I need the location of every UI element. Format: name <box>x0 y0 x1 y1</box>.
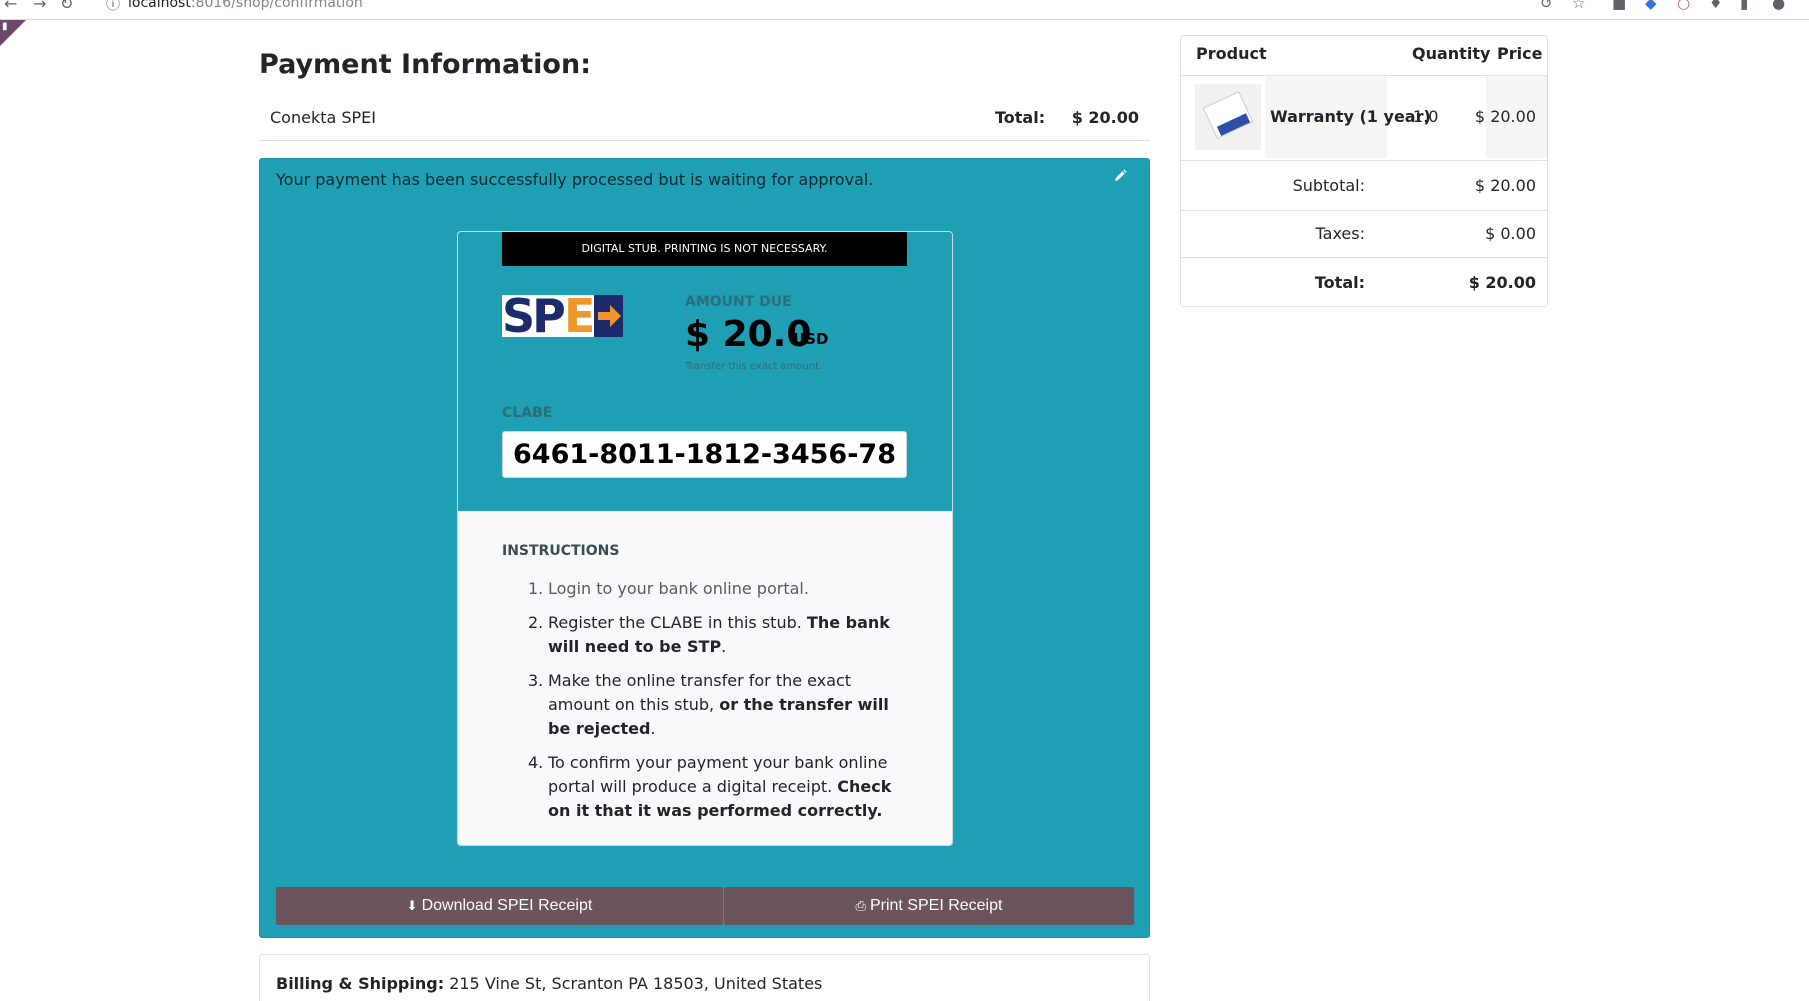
subtotal-value: $ 20.00 <box>1474 176 1536 195</box>
forward-arrow-icon[interactable]: → <box>33 0 46 13</box>
instruction-item: 4. To confirm your payment your bank onli… <box>528 751 912 823</box>
instruction-number: 1. <box>528 579 544 598</box>
instruction-item: 2. Register the CLABE in this stub. The b… <box>528 611 912 659</box>
instructions-list: 1. Login to your bank online portal. 2. Re… <box>528 577 912 833</box>
clabe-label: CLABE <box>502 405 553 421</box>
spei-logo-e: E <box>564 295 595 337</box>
extension-icon[interactable]: ■ <box>1612 0 1626 12</box>
instruction-tail: . <box>650 719 656 738</box>
taxes-value: $ 0.00 <box>1485 224 1536 243</box>
profile-icon[interactable]: ● <box>1772 0 1785 12</box>
taxes-label: Taxes: <box>1315 224 1365 243</box>
product-name[interactable]: Warranty (1 year) <box>1270 107 1431 126</box>
spei-digital-stub: DIGITAL STUB. PRINTING IS NOT NECESSARY.… <box>457 231 953 846</box>
debug-ribbon-icon: ▮ <box>2 21 8 32</box>
column-header-price: Price <box>1497 44 1543 63</box>
instruction-text: Login to your bank online portal. <box>548 579 809 598</box>
order-summary: Product Quantity Price Warranty (1 year)… <box>1180 35 1548 307</box>
amount-currency: USD <box>793 330 829 348</box>
payment-status-message: Your payment has been successfully proce… <box>276 170 874 189</box>
subtotal-label: Subtotal: <box>1292 176 1365 195</box>
payment-method-name: Conekta SPEI <box>270 108 377 127</box>
reload-icon[interactable]: ↻ <box>60 0 73 13</box>
product-price: $ 20.00 <box>1474 107 1536 126</box>
download-receipt-button[interactable]: ⬇ Download SPEI Receipt <box>276 887 723 925</box>
address-bar[interactable]: localhost:8016/shop/confirmation <box>128 0 363 11</box>
stub-banner: DIGITAL STUB. PRINTING IS NOT NECESSARY. <box>502 232 907 266</box>
payment-method-row: Conekta SPEI Total: $ 20.00 <box>259 99 1150 141</box>
column-header-product: Product <box>1196 44 1267 63</box>
bookmark-star-icon[interactable]: ☆ <box>1572 0 1585 12</box>
extension-icon[interactable]: ○ <box>1677 0 1690 12</box>
divider <box>1181 210 1547 211</box>
amount-note: Transfer this exact amount. <box>685 361 823 372</box>
site-info-icon[interactable]: ⓘ <box>106 0 120 14</box>
instruction-tail: . <box>721 637 727 656</box>
instructions-section: INSTRUCTIONS 1. Login to your bank online… <box>458 511 952 845</box>
divider <box>1181 257 1547 258</box>
instruction-number: 2. <box>528 613 544 632</box>
payment-total-label: Total: <box>995 108 1046 127</box>
billing-shipping-line: Billing & Shipping: 215 Vine St, Scranto… <box>276 974 822 993</box>
url-host: localhost <box>128 0 191 11</box>
spei-logo-sp: SP <box>502 295 566 337</box>
back-arrow-icon[interactable]: ← <box>4 0 17 13</box>
payment-status-panel: Your payment has been successfully proce… <box>259 158 1150 938</box>
printer-icon: ⎙ <box>855 898 866 913</box>
instruction-number: 3. <box>528 671 544 690</box>
browser-toolbar: ← → ↻ ⓘ localhost:8016/shop/confirmation… <box>0 0 1809 20</box>
print-receipt-label: Print SPEI Receipt <box>869 897 1003 914</box>
clabe-value[interactable]: 6461-8011-1812-3456-78 <box>502 431 907 478</box>
sidebar-icon[interactable]: ▮ <box>1740 0 1748 12</box>
instruction-number: 4. <box>528 753 544 772</box>
print-receipt-button[interactable]: ⎙ Print SPEI Receipt <box>724 887 1134 925</box>
spei-logo: SP E <box>502 295 623 337</box>
product-box-icon <box>1202 91 1254 139</box>
extension-icon[interactable]: ◆ <box>1645 0 1657 12</box>
billing-address: 215 Vine St, Scranton PA 18503, United S… <box>444 974 823 993</box>
puzzle-icon[interactable]: ♦ <box>1709 0 1722 12</box>
divider <box>1181 160 1547 161</box>
download-receipt-label: Download SPEI Receipt <box>421 897 593 914</box>
order-total-label: Total: <box>1314 273 1365 292</box>
billing-label: Billing & Shipping: <box>276 974 445 993</box>
instruction-item: 1. Login to your bank online portal. <box>528 577 912 601</box>
url-path: /shop/confirmation <box>231 0 363 11</box>
order-total-value: $ 20.00 <box>1468 273 1536 292</box>
share-icon[interactable]: ↺ <box>1540 0 1553 12</box>
amount-due-label: AMOUNT DUE <box>685 294 792 310</box>
pencil-icon[interactable] <box>1113 169 1129 185</box>
page-title: Payment Information: <box>259 49 591 80</box>
instructions-title: INSTRUCTIONS <box>502 543 620 559</box>
product-image[interactable] <box>1195 84 1261 150</box>
receipt-buttons: ⬇ Download SPEI Receipt ⎙ Print SPEI Recei… <box>276 887 1134 925</box>
instruction-text: Register the CLABE in this stub. <box>548 613 807 632</box>
instruction-item: 3. Make the online transfer for the exact… <box>528 669 912 741</box>
billing-shipping-card: Billing & Shipping: 215 Vine St, Scranto… <box>259 954 1150 1001</box>
column-header-quantity: Quantity <box>1412 44 1491 63</box>
payment-total-value: $ 20.00 <box>1071 108 1139 127</box>
url-port: :8016 <box>190 0 232 11</box>
product-quantity: 1.0 <box>1413 107 1439 126</box>
download-icon: ⬇ <box>406 898 418 913</box>
